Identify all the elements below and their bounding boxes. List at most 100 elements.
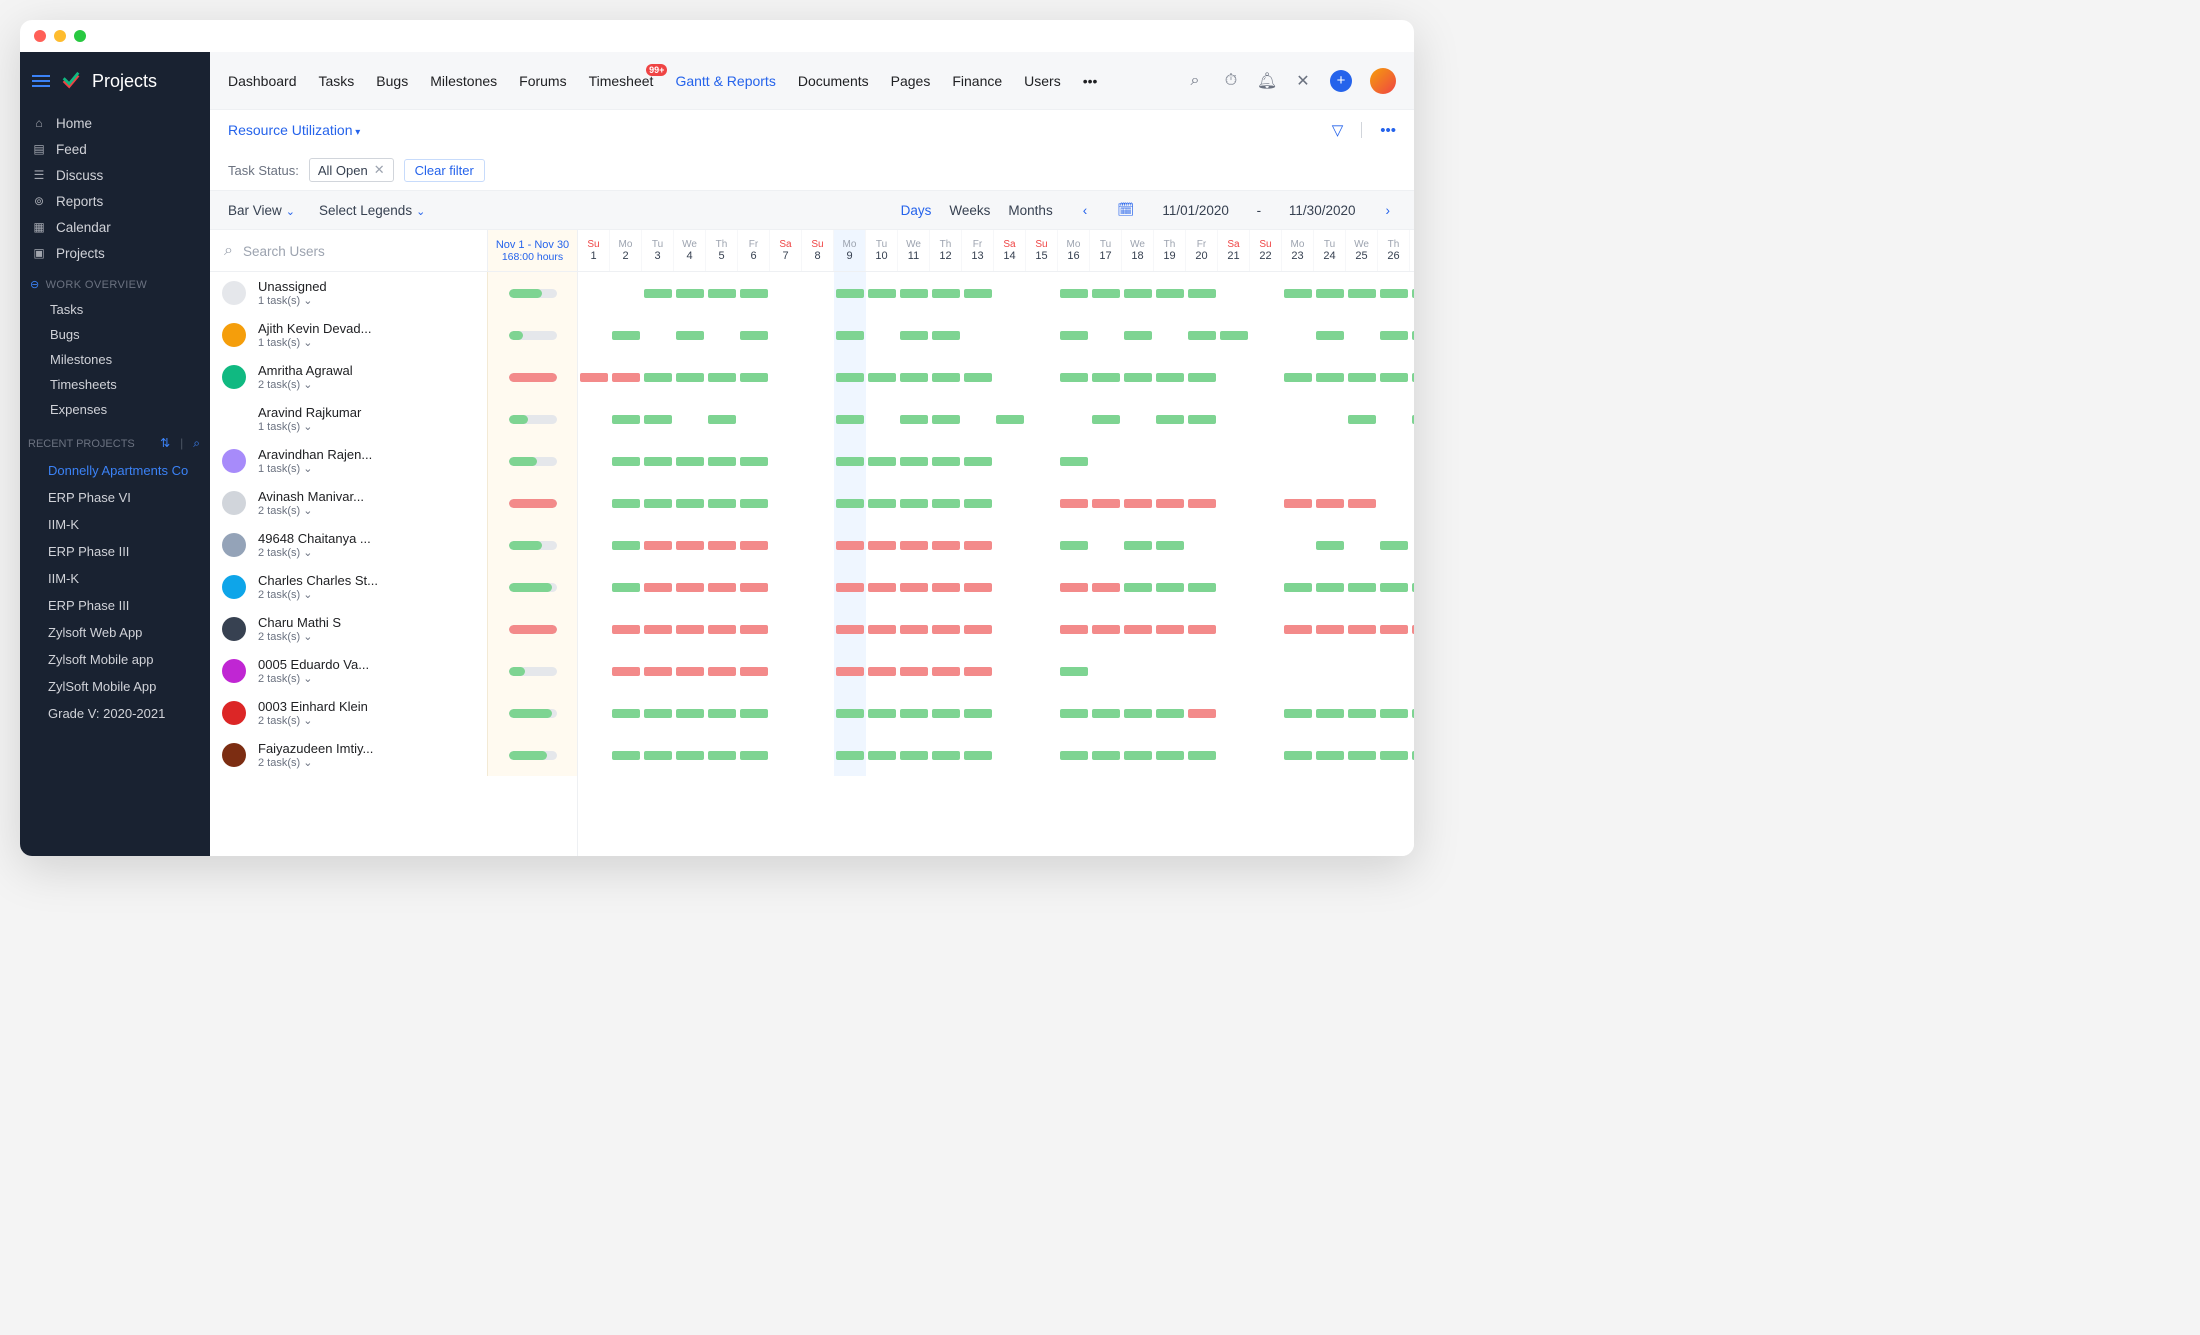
bell-icon[interactable]: 🔔︎	[1258, 72, 1276, 90]
allocation-bar[interactable]	[1380, 331, 1408, 340]
allocation-bar[interactable]	[996, 415, 1024, 424]
recent-project[interactable]: Zylsoft Web App	[20, 619, 210, 646]
allocation-bar[interactable]	[1060, 709, 1088, 718]
allocation-bar[interactable]	[868, 289, 896, 298]
allocation-bar[interactable]	[612, 667, 640, 676]
allocation-bar[interactable]	[836, 289, 864, 298]
tab-pages[interactable]: Pages	[891, 73, 931, 89]
allocation-bar[interactable]	[676, 541, 704, 550]
allocation-bar[interactable]	[612, 331, 640, 340]
recent-project[interactable]: Grade V: 2020-2021	[20, 700, 210, 727]
allocation-bar[interactable]	[1380, 625, 1408, 634]
allocation-bar[interactable]	[964, 373, 992, 382]
allocation-bar[interactable]	[932, 751, 960, 760]
allocation-bar[interactable]	[900, 625, 928, 634]
sidebar-item-reports[interactable]: ⊚Reports	[20, 188, 210, 214]
allocation-bar[interactable]	[1380, 373, 1408, 382]
allocation-bar[interactable]	[900, 499, 928, 508]
allocation-bar[interactable]	[676, 289, 704, 298]
allocation-bar[interactable]	[1348, 289, 1376, 298]
allocation-bar[interactable]	[932, 541, 960, 550]
allocation-bar[interactable]	[868, 499, 896, 508]
allocation-bar[interactable]	[644, 751, 672, 760]
recent-project[interactable]: ZylSoft Mobile App	[20, 673, 210, 700]
user-tasks-count[interactable]: 1 task(s)	[258, 462, 487, 475]
tab-timesheet[interactable]: Timesheet99+	[589, 73, 654, 89]
allocation-bar[interactable]	[676, 373, 704, 382]
allocation-bar[interactable]	[1156, 415, 1184, 424]
tab-bugs[interactable]: Bugs	[376, 73, 408, 89]
allocation-bar[interactable]	[1124, 625, 1152, 634]
search-icon[interactable]: ⌕	[1186, 72, 1204, 90]
filter-funnel-icon[interactable]: ▽	[1332, 121, 1344, 139]
allocation-bar[interactable]	[740, 499, 768, 508]
allocation-bar[interactable]	[1380, 583, 1408, 592]
recent-project[interactable]: ERP Phase III	[20, 538, 210, 565]
work-item-expenses[interactable]: Expenses	[20, 397, 210, 422]
allocation-bar[interactable]	[1316, 625, 1344, 634]
sidebar-item-home[interactable]: ⌂Home	[20, 110, 210, 136]
allocation-bar[interactable]	[676, 709, 704, 718]
allocation-bar[interactable]	[676, 751, 704, 760]
allocation-bar[interactable]	[1316, 751, 1344, 760]
allocation-bar[interactable]	[708, 667, 736, 676]
allocation-bar[interactable]	[1348, 499, 1376, 508]
allocation-bar[interactable]	[1060, 583, 1088, 592]
tab-gantt-reports[interactable]: Gantt & Reports	[675, 73, 775, 89]
sidebar-item-discuss[interactable]: ☰Discuss	[20, 162, 210, 188]
allocation-bar[interactable]	[1284, 625, 1312, 634]
allocation-bar[interactable]	[676, 583, 704, 592]
allocation-bar[interactable]	[1092, 583, 1120, 592]
allocation-bar[interactable]	[836, 751, 864, 760]
work-item-bugs[interactable]: Bugs	[20, 322, 210, 347]
allocation-bar[interactable]	[868, 625, 896, 634]
work-item-milestones[interactable]: Milestones	[20, 347, 210, 372]
allocation-bar[interactable]	[1348, 583, 1376, 592]
allocation-bar[interactable]	[740, 331, 768, 340]
allocation-bar[interactable]	[1060, 373, 1088, 382]
allocation-bar[interactable]	[676, 331, 704, 340]
recent-project[interactable]: ERP Phase III	[20, 592, 210, 619]
allocation-bar[interactable]	[836, 457, 864, 466]
allocation-bar[interactable]	[900, 289, 928, 298]
user-tasks-count[interactable]: 2 task(s)	[258, 630, 487, 643]
sidebar-item-projects[interactable]: ▣Projects	[20, 240, 210, 266]
allocation-bar[interactable]	[1316, 541, 1344, 550]
allocation-bar[interactable]	[932, 331, 960, 340]
allocation-bar[interactable]	[676, 499, 704, 508]
recent-project[interactable]: Zylsoft Mobile app	[20, 646, 210, 673]
traffic-zoom-icon[interactable]	[74, 30, 86, 42]
allocation-bar[interactable]	[964, 457, 992, 466]
allocation-bar[interactable]	[1092, 289, 1120, 298]
allocation-bar[interactable]	[836, 373, 864, 382]
allocation-bar[interactable]	[1092, 751, 1120, 760]
allocation-bar[interactable]	[740, 709, 768, 718]
user-tasks-count[interactable]: 2 task(s)	[258, 714, 487, 727]
timer-icon[interactable]: ⏱	[1222, 72, 1240, 90]
filter-icon[interactable]: ⇅	[160, 436, 170, 451]
allocation-bar[interactable]	[740, 625, 768, 634]
allocation-bar[interactable]	[1188, 583, 1216, 592]
user-tasks-count[interactable]: 2 task(s)	[258, 756, 487, 769]
allocation-bar[interactable]	[1284, 583, 1312, 592]
allocation-bar[interactable]	[612, 457, 640, 466]
allocation-bar[interactable]	[836, 331, 864, 340]
allocation-bar[interactable]	[1412, 289, 1414, 298]
tools-icon[interactable]: ✕	[1294, 72, 1312, 90]
allocation-bar[interactable]	[740, 583, 768, 592]
allocation-bar[interactable]	[932, 415, 960, 424]
allocation-bar[interactable]	[740, 541, 768, 550]
allocation-bar[interactable]	[1124, 289, 1152, 298]
allocation-bar[interactable]	[1188, 373, 1216, 382]
allocation-bar[interactable]	[740, 289, 768, 298]
allocation-bar[interactable]	[708, 457, 736, 466]
allocation-bar[interactable]	[1060, 667, 1088, 676]
tab-documents[interactable]: Documents	[798, 73, 869, 89]
work-item-timesheets[interactable]: Timesheets	[20, 372, 210, 397]
allocation-bar[interactable]	[708, 289, 736, 298]
allocation-bar[interactable]	[1412, 709, 1414, 718]
allocation-bar[interactable]	[900, 541, 928, 550]
allocation-bar[interactable]	[900, 457, 928, 466]
allocation-bar[interactable]	[1124, 583, 1152, 592]
more-icon[interactable]: •••	[1380, 122, 1396, 139]
